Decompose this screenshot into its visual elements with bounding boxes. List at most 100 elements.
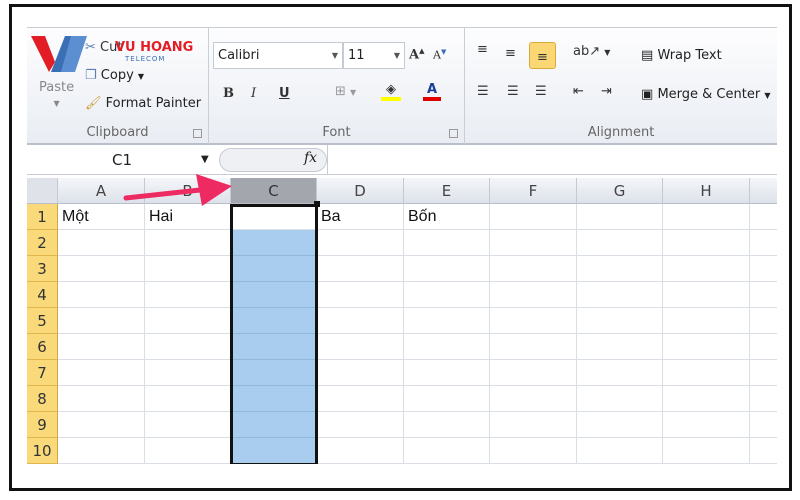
align-left-icon[interactable]: ☰ [477, 84, 489, 99]
cell-E5[interactable] [404, 308, 490, 334]
cell-G6[interactable] [577, 334, 663, 360]
chevron-down-icon[interactable]: ▼ [201, 154, 209, 165]
row-header-9[interactable]: 9 [27, 412, 58, 438]
cell-G2[interactable] [577, 230, 663, 256]
shrink-font-icon[interactable]: A▼ [433, 48, 446, 62]
cell-H8[interactable] [663, 386, 750, 412]
borders-icon[interactable]: ⊞ ▼ [335, 84, 356, 99]
cell-I4[interactable] [750, 282, 777, 308]
cell-A3[interactable] [58, 256, 145, 282]
wrap-text-button[interactable]: ▤ Wrap Text [641, 48, 722, 63]
cell-B2[interactable] [145, 230, 231, 256]
decrease-indent-icon[interactable]: ⇤ [573, 84, 584, 99]
cell-F4[interactable] [490, 282, 577, 308]
cell-F8[interactable] [490, 386, 577, 412]
cell-I5[interactable] [750, 308, 777, 334]
cell-G9[interactable] [577, 412, 663, 438]
cell-D6[interactable] [317, 334, 404, 360]
row-header-1[interactable]: 1 [27, 204, 58, 230]
cell-I1[interactable] [750, 204, 777, 230]
cell-D9[interactable] [317, 412, 404, 438]
cell-A5[interactable] [58, 308, 145, 334]
bold-button[interactable]: B [223, 86, 234, 101]
cell-E3[interactable] [404, 256, 490, 282]
fill-handle[interactable] [314, 201, 320, 207]
cell-H7[interactable] [663, 360, 750, 386]
cell-E7[interactable] [404, 360, 490, 386]
cell-A6[interactable] [58, 334, 145, 360]
cell-B7[interactable] [145, 360, 231, 386]
row-header-5[interactable]: 5 [27, 308, 58, 334]
cell-D8[interactable] [317, 386, 404, 412]
cell-F2[interactable] [490, 230, 577, 256]
cell-G10[interactable] [577, 438, 663, 464]
column-header-H[interactable]: H [663, 178, 750, 204]
align-bottom-icon[interactable]: ≡ [529, 42, 556, 69]
cell-E6[interactable] [404, 334, 490, 360]
row-header-6[interactable]: 6 [27, 334, 58, 360]
cell-H5[interactable] [663, 308, 750, 334]
cell-E10[interactable] [404, 438, 490, 464]
cell-H4[interactable] [663, 282, 750, 308]
italic-button[interactable]: I [251, 86, 256, 101]
row-header-8[interactable]: 8 [27, 386, 58, 412]
cell-D10[interactable] [317, 438, 404, 464]
font-size-select[interactable]: 11 ▼ [343, 42, 405, 69]
fill-color-icon[interactable]: ◈ [381, 82, 401, 101]
cell-B4[interactable] [145, 282, 231, 308]
cell-A7[interactable] [58, 360, 145, 386]
cell-H2[interactable] [663, 230, 750, 256]
cell-D3[interactable] [317, 256, 404, 282]
cell-D2[interactable] [317, 230, 404, 256]
column-header-next[interactable] [750, 178, 777, 204]
cell-F10[interactable] [490, 438, 577, 464]
cell-H6[interactable] [663, 334, 750, 360]
cell-E8[interactable] [404, 386, 490, 412]
merge-center-button[interactable]: ▣ Merge & Center ▼ [641, 87, 770, 102]
cell-I6[interactable] [750, 334, 777, 360]
cell-I2[interactable] [750, 230, 777, 256]
cell-B3[interactable] [145, 256, 231, 282]
fx-icon[interactable]: fx [304, 150, 317, 166]
cell-D7[interactable] [317, 360, 404, 386]
select-all-button[interactable] [27, 178, 58, 204]
cell-E9[interactable] [404, 412, 490, 438]
cell-I7[interactable] [750, 360, 777, 386]
grow-font-icon[interactable]: A▲ [409, 46, 424, 62]
cell-B10[interactable] [145, 438, 231, 464]
cell-B9[interactable] [145, 412, 231, 438]
cell-A8[interactable] [58, 386, 145, 412]
cell-A10[interactable] [58, 438, 145, 464]
row-header-3[interactable]: 3 [27, 256, 58, 282]
cell-D5[interactable] [317, 308, 404, 334]
cell-I9[interactable] [750, 412, 777, 438]
align-middle-icon[interactable]: ≡ [505, 46, 516, 61]
column-header-F[interactable]: F [490, 178, 577, 204]
font-color-icon[interactable]: A [423, 82, 441, 101]
row-header-10[interactable]: 10 [27, 438, 58, 464]
cell-G7[interactable] [577, 360, 663, 386]
cell-H3[interactable] [663, 256, 750, 282]
clipboard-launcher-icon[interactable] [193, 129, 202, 138]
cell-I8[interactable] [750, 386, 777, 412]
cell-F6[interactable] [490, 334, 577, 360]
cell-A4[interactable] [58, 282, 145, 308]
cell-H9[interactable] [663, 412, 750, 438]
cell-A2[interactable] [58, 230, 145, 256]
cell-F1[interactable] [490, 204, 577, 230]
row-header-2[interactable]: 2 [27, 230, 58, 256]
increase-indent-icon[interactable]: ⇥ [601, 84, 612, 99]
cell-A9[interactable] [58, 412, 145, 438]
cell-F7[interactable] [490, 360, 577, 386]
font-name-select[interactable]: Calibri ▼ [213, 42, 343, 69]
copy-button[interactable]: ❐ Copy ▼ [85, 68, 144, 83]
cell-G4[interactable] [577, 282, 663, 308]
align-top-icon[interactable]: ≡ [477, 42, 488, 57]
cell-I10[interactable] [750, 438, 777, 464]
align-center-icon[interactable]: ☰ [507, 84, 519, 99]
orientation-icon[interactable]: ab↗ ▼ [573, 44, 610, 59]
format-painter-button[interactable]: 🖌 Format Painter [85, 96, 201, 111]
column-header-G[interactable]: G [577, 178, 663, 204]
underline-button[interactable]: U [279, 86, 290, 101]
column-header-C[interactable]: C [231, 178, 317, 204]
